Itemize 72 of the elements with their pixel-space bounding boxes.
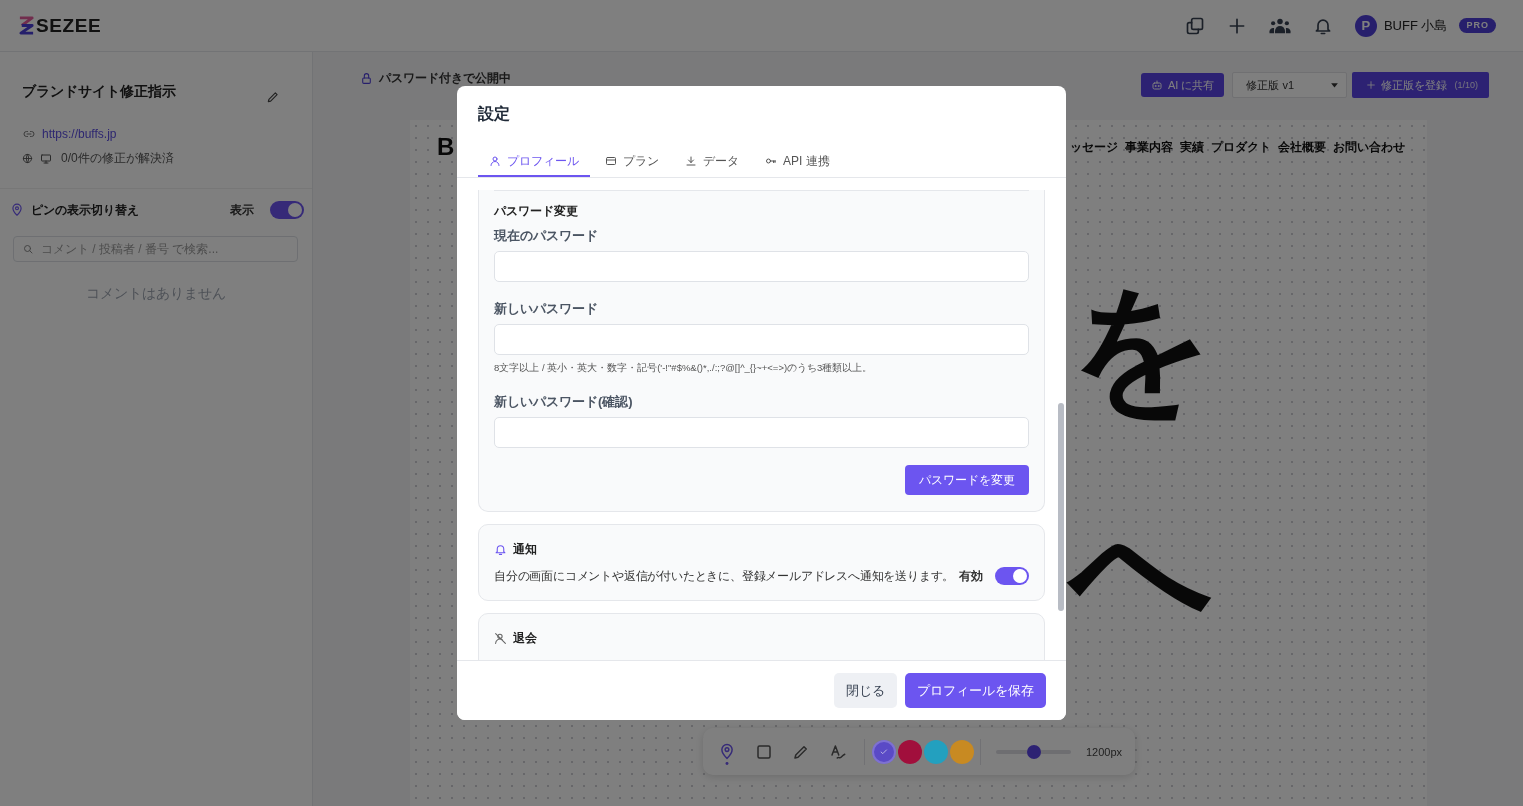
key-icon — [765, 155, 777, 167]
site-nav-link[interactable]: プロダクト — [1211, 139, 1271, 155]
visibility-status: パスワード付きで公開中 — [379, 71, 511, 85]
globe-icon — [22, 153, 33, 164]
rectangle-tool-icon[interactable] — [755, 742, 773, 761]
change-password-button[interactable]: パスワードを変更 — [905, 465, 1029, 495]
notification-toggle[interactable] — [995, 567, 1029, 585]
pin-icon — [10, 203, 24, 217]
register-version-button[interactable]: 修正版を登録 (1/10) — [1352, 72, 1489, 98]
slider-thumb[interactable] — [1026, 744, 1041, 759]
card-icon — [605, 155, 617, 167]
edit-icon[interactable] — [266, 90, 280, 104]
site-nav-link[interactable]: 実績 — [1180, 139, 1204, 155]
logo-icon — [18, 16, 35, 35]
section-title: 通知 — [513, 540, 537, 558]
settings-tab[interactable]: データ — [674, 147, 750, 177]
password-field[interactable] — [494, 324, 1029, 355]
project-title: ブランドサイト修正指示 — [22, 82, 176, 100]
section-title: パスワード変更 — [494, 203, 579, 219]
pin-visibility-toggle[interactable] — [270, 201, 304, 219]
download-icon — [685, 155, 697, 167]
color-swatch[interactable] — [872, 739, 896, 764]
settings-tab[interactable]: プロフィール — [478, 147, 590, 177]
color-swatch[interactable] — [924, 739, 948, 764]
caret-icon — [1330, 80, 1340, 90]
color-swatch[interactable] — [950, 739, 974, 764]
close-button[interactable]: 閉じる — [834, 673, 897, 708]
size-reading: 1200px — [1086, 745, 1123, 758]
lock-icon — [360, 71, 373, 85]
site-nav-link[interactable]: 事業内容 — [1125, 139, 1173, 155]
site-logo[interactable]: B — [437, 134, 455, 160]
save-profile-button[interactable]: プロフィールを保存 — [905, 673, 1046, 708]
bell-icon — [494, 542, 507, 556]
dialog-title: 設定 — [478, 104, 511, 124]
field-label: 新しいパスワード(確認) — [494, 393, 634, 410]
site-nav-link[interactable]: ッセージ — [1070, 139, 1118, 155]
check-icon — [879, 746, 889, 757]
ai-share-button[interactable]: AI に共有 — [1141, 73, 1225, 97]
notification-description: 自分の画面にコメントや返信が付いたときに、登録メールアドレスへ通知を送ります。 — [494, 569, 955, 584]
windows-icon[interactable] — [1184, 15, 1205, 36]
plus-icon — [1366, 80, 1377, 90]
field-label: 新しいパスワード — [494, 300, 599, 317]
robot-icon — [1151, 79, 1164, 91]
user-name[interactable]: BUFF 小島 — [1383, 16, 1448, 35]
link-icon — [23, 128, 35, 140]
monitor-icon — [40, 152, 52, 165]
password-field[interactable] — [494, 251, 1029, 282]
version-select[interactable]: 修正版 v1 — [1232, 72, 1348, 98]
field-label: 現在のパスワード — [494, 227, 599, 244]
plan-badge: PRO — [1459, 18, 1496, 33]
password-field[interactable] — [494, 417, 1029, 448]
user-slash-icon — [494, 631, 507, 645]
search-icon — [22, 243, 34, 255]
site-link[interactable]: https://buffs.jp — [42, 126, 117, 142]
user-icon — [489, 155, 501, 167]
pin-state-label: 表示 — [230, 201, 254, 219]
text-tool-icon[interactable] — [829, 742, 847, 761]
resolved-status: 0/0件の修正が解決済 — [61, 150, 174, 167]
notification-state-label: 有効 — [959, 567, 983, 585]
password-hint: 8文字以上 / 英小・英大・数字・記号('-!"#$%&()*,./:;?@[]^_{}~+<=>)のうち3種類以上。 — [494, 361, 874, 375]
settings-tab[interactable]: API 連携 — [754, 147, 841, 177]
section-title: 退会 — [513, 629, 537, 647]
site-nav-link[interactable]: 会社概要 — [1278, 139, 1326, 155]
app-logo[interactable]: SEZEE — [36, 14, 102, 37]
pin-toggle-label: ピンの表示切り替え — [31, 201, 139, 219]
settings-tab[interactable]: プラン — [594, 147, 670, 177]
user-avatar[interactable]: P — [1354, 14, 1377, 37]
color-swatch[interactable] — [898, 739, 922, 764]
scrollbar-thumb[interactable] — [1058, 403, 1064, 611]
site-nav-link[interactable]: お問い合わせ — [1333, 139, 1405, 155]
pin-tool-icon[interactable] — [718, 742, 736, 765]
size-slider[interactable] — [996, 744, 1071, 759]
